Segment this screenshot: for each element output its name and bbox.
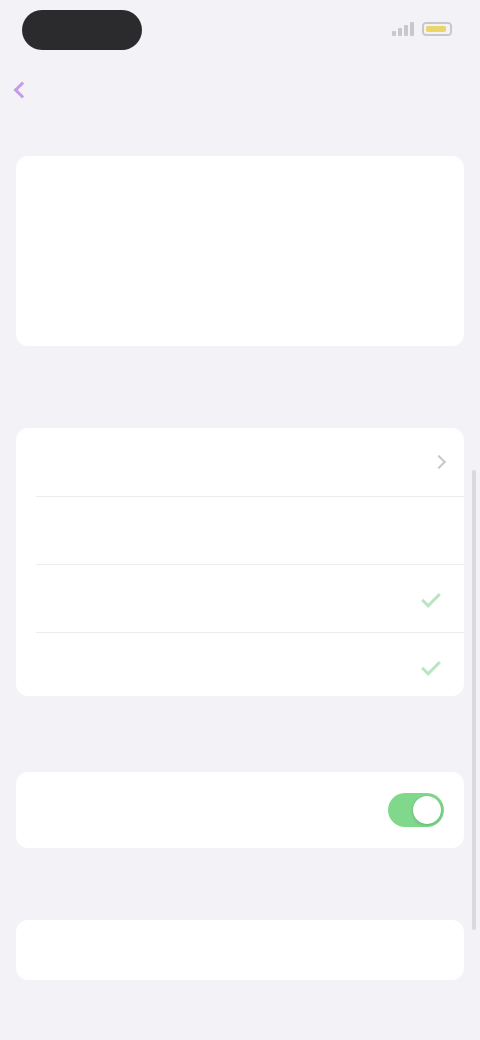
status-icons xyxy=(392,22,452,36)
list-item[interactable] xyxy=(16,564,464,632)
list-item[interactable] xyxy=(16,428,464,496)
settings-screen xyxy=(0,0,480,1040)
status-time xyxy=(22,10,142,50)
battery-icon xyxy=(422,22,452,36)
group2-card xyxy=(16,772,464,848)
group3-card xyxy=(16,920,464,980)
signal-icon xyxy=(392,22,414,36)
checkmark-icon xyxy=(421,656,441,676)
group1-card xyxy=(16,428,464,696)
status-bar xyxy=(0,0,480,62)
feature-toggle[interactable] xyxy=(388,793,444,827)
list-item[interactable] xyxy=(16,632,464,696)
chevron-right-icon xyxy=(431,454,447,470)
toggle-knob xyxy=(413,796,441,824)
intro-card xyxy=(16,156,464,346)
back-button[interactable] xyxy=(13,74,32,106)
toggle-row xyxy=(16,772,464,848)
list-item[interactable] xyxy=(16,496,464,564)
scroll-indicator[interactable] xyxy=(472,470,476,930)
intro-text xyxy=(16,156,464,204)
chevron-left-icon xyxy=(13,81,31,99)
navigation-bar xyxy=(0,62,480,118)
checkmark-icon xyxy=(421,588,441,608)
list-item[interactable] xyxy=(16,920,464,980)
